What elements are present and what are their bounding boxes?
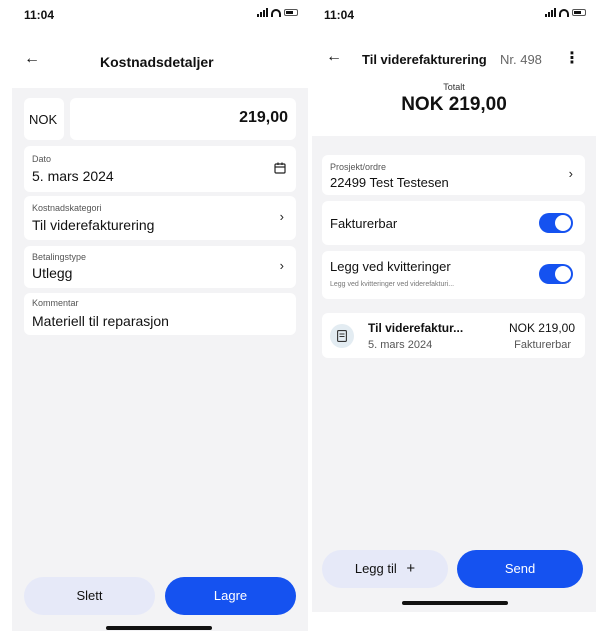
total-label: Totalt [443, 82, 465, 92]
calendar-icon [274, 162, 286, 174]
attach-receipts-label: Legg ved kvitteringer [330, 259, 451, 274]
payment-type-field[interactable]: Betalingstype Utlegg › [24, 246, 296, 288]
comment-field[interactable]: Kommentar Materiell til reparasjon [24, 293, 296, 335]
add-button[interactable]: Legg til + [322, 550, 448, 588]
chevron-right-icon: › [279, 258, 284, 273]
payment-type-value: Utlegg [32, 265, 73, 281]
delete-button[interactable]: Slett [24, 577, 155, 615]
save-button[interactable]: Lagre [165, 577, 296, 615]
expense-list-item[interactable]: Til viderefaktur... NOK 219,00 5. mars 2… [322, 313, 585, 358]
wifi-icon [559, 8, 569, 17]
payment-type-label: Betalingstype [32, 252, 87, 262]
project-order-field[interactable]: Prosjekt/ordre 22499 Test Testesen › [322, 155, 585, 195]
amount-field[interactable]: 219,00 [70, 98, 296, 140]
project-order-value: 22499 Test Testesen [330, 175, 449, 190]
date-value: 5. mars 2024 [32, 168, 114, 184]
header: ← Til viderefakturering Nr. 498 ⋮ Totalt… [312, 30, 596, 136]
currency-field[interactable]: NOK [24, 98, 64, 140]
nav-bar: ← Kostnadsdetaljer [12, 30, 308, 88]
billable-label: Fakturerbar [330, 216, 398, 231]
send-button[interactable]: Send [457, 550, 583, 588]
expense-item-status: Fakturerbar [514, 339, 571, 351]
plus-icon: + [406, 560, 416, 577]
comment-value: Materiell til reparasjon [32, 313, 169, 329]
wifi-icon [271, 8, 281, 17]
signal-icon [257, 8, 268, 17]
rebilling-screen: 11:04 ← Til viderefakturering Nr. 498 ⋮ … [312, 0, 596, 612]
chevron-right-icon: › [279, 209, 284, 224]
status-time: 11:04 [324, 8, 355, 22]
signal-icon [545, 8, 556, 17]
chevron-right-icon: › [568, 166, 573, 181]
page-title: Kostnadsdetaljer [100, 54, 214, 70]
total-value: NOK 219,00 [401, 94, 507, 115]
invoice-number: Nr. 498 [500, 52, 542, 67]
billable-toggle[interactable] [539, 213, 573, 233]
attach-receipts-row: Legg ved kvitteringer Legg ved kvitterin… [322, 251, 585, 299]
status-time: 11:04 [24, 8, 55, 22]
expense-details-screen: 11:04 ← Kostnadsdetaljer NOK 219,00 Dato… [12, 0, 308, 631]
add-button-label: Legg til [354, 561, 397, 576]
attach-receipts-toggle[interactable] [539, 264, 573, 284]
expense-item-title: Til viderefaktur... [368, 321, 464, 335]
more-options-icon[interactable]: ⋮ [564, 48, 580, 68]
status-bar: 11:04 [312, 0, 596, 30]
date-label: Dato [32, 154, 52, 164]
comment-label: Kommentar [32, 298, 79, 308]
currency-value: NOK [29, 112, 58, 127]
home-indicator [402, 601, 508, 605]
expense-item-date: 5. mars 2024 [368, 339, 433, 351]
page-title: Til viderefakturering [362, 52, 487, 67]
amount-value: 219,00 [239, 109, 288, 126]
battery-icon [572, 9, 586, 16]
attach-receipts-sublabel: Legg ved kvitteringer ved viderefakturi.… [330, 281, 455, 288]
back-arrow-icon[interactable]: ← [24, 50, 40, 68]
date-field[interactable]: Dato 5. mars 2024 [24, 146, 296, 192]
status-icons [545, 8, 586, 17]
receipt-icon [330, 324, 354, 348]
status-icons [257, 8, 298, 17]
cost-category-value: Til viderefakturering [32, 217, 155, 233]
cost-category-label: Kostnadskategori [32, 203, 102, 213]
home-indicator [106, 626, 212, 630]
battery-icon [284, 9, 298, 16]
expense-item-amount: NOK 219,00 [508, 321, 575, 335]
project-order-label: Prosjekt/ordre [330, 162, 387, 172]
cost-category-field[interactable]: Kostnadskategori Til viderefakturering › [24, 196, 296, 240]
billable-row: Fakturerbar [322, 201, 585, 245]
back-arrow-icon[interactable]: ← [326, 48, 342, 66]
status-bar: 11:04 [12, 0, 308, 30]
